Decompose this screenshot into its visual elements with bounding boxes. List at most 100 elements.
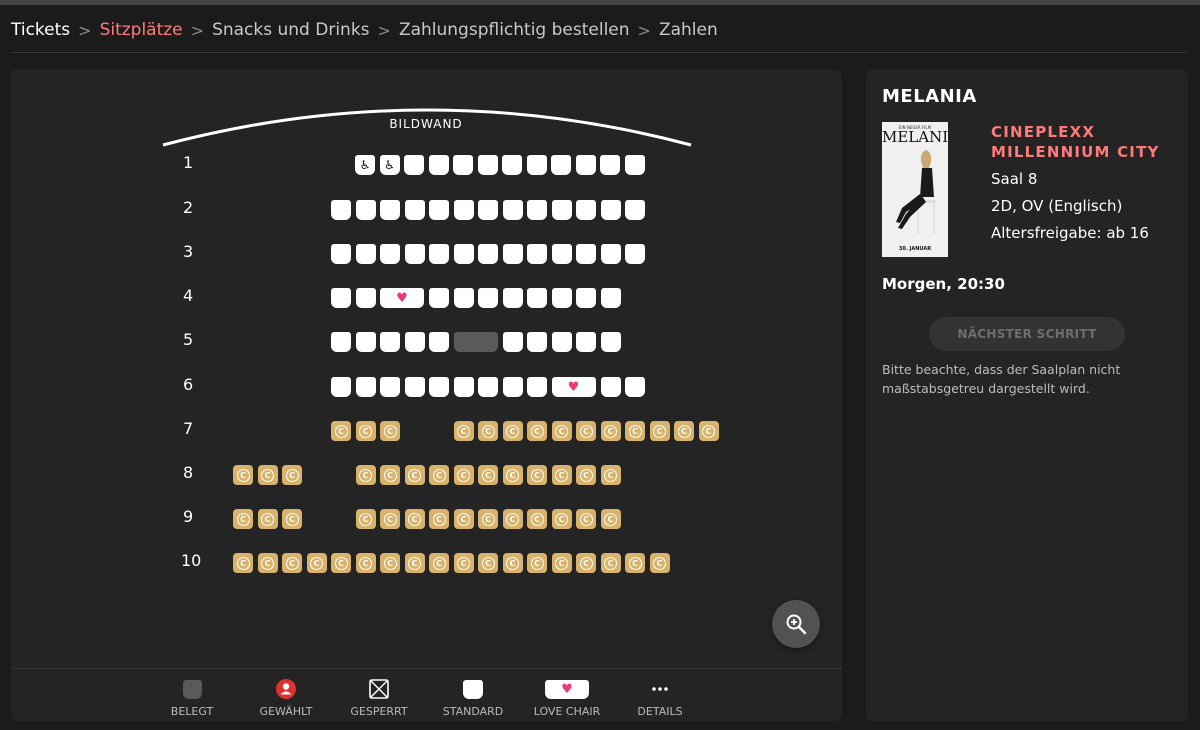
seat-comfort[interactable]: C [527,465,547,485]
seat-comfort[interactable]: C [551,421,572,441]
seat-standard[interactable] [625,244,645,264]
seat-standard[interactable] [380,200,400,220]
seat-standard[interactable] [527,244,547,264]
seat-wheelchair[interactable]: ♿ [379,155,400,175]
seat-standard[interactable] [478,377,498,397]
seat-comfort[interactable]: C [453,421,474,441]
seat-standard[interactable] [600,288,621,308]
seat-standard[interactable] [331,288,351,308]
seat-comfort[interactable]: C [306,553,327,573]
seat-comfort[interactable]: C [478,509,498,529]
seat-standard[interactable] [527,377,547,397]
seat-standard[interactable] [478,200,498,220]
seat-standard[interactable] [355,332,376,352]
seat-comfort[interactable]: C [551,509,572,529]
seat-standard[interactable] [600,155,620,175]
seat-standard[interactable] [551,244,572,264]
seat-standard[interactable] [551,288,572,308]
seat-comfort[interactable]: C [257,553,278,573]
seat-standard[interactable] [404,155,424,175]
seat-wheelchair[interactable]: ♿ [355,155,375,175]
seat-standard[interactable] [453,244,474,264]
seat-comfort[interactable]: C [453,509,474,529]
seat-standard[interactable] [380,332,400,352]
seat-comfort[interactable]: C [429,509,449,529]
seat-comfort[interactable]: C [576,421,596,441]
seat-comfort[interactable]: C [502,509,523,529]
seat-standard[interactable] [331,377,351,397]
seat-comfort[interactable]: C [380,509,400,529]
seat-standard[interactable] [429,332,449,352]
seat-comfort[interactable]: C [551,553,572,573]
seat-standard[interactable] [502,377,523,397]
seat-standard[interactable] [429,288,449,308]
cinema-name[interactable]: CINEPLEXX MILLENNIUM CITY [991,122,1181,162]
seat-comfort[interactable]: C [282,509,302,529]
seat-standard[interactable] [576,200,596,220]
seat-standard[interactable] [429,200,449,220]
seat-standard[interactable] [355,288,376,308]
seat-standard[interactable] [600,200,621,220]
seat-standard[interactable] [551,332,572,352]
seat-standard[interactable] [428,155,449,175]
seat-comfort[interactable]: C [600,421,621,441]
seat-comfort[interactable]: C [380,465,400,485]
seat-standard[interactable] [600,244,621,264]
seat-love-chair[interactable]: ♥ [380,288,424,308]
seat-standard[interactable] [576,332,596,352]
seat-standard[interactable] [576,288,596,308]
seat-standard[interactable] [429,377,449,397]
seat-standard[interactable] [380,377,400,397]
seat-comfort[interactable]: C [331,421,351,441]
seat-standard[interactable] [478,244,498,264]
seat-standard[interactable] [380,244,400,264]
seat-standard[interactable] [576,244,596,264]
seat-comfort[interactable]: C [576,553,596,573]
seat-standard[interactable] [404,244,425,264]
seat-standard[interactable] [429,244,449,264]
seat-comfort[interactable]: C [600,465,621,485]
seat-standard[interactable] [453,288,474,308]
seat-comfort[interactable]: C [478,465,498,485]
seat-standard[interactable] [600,377,621,397]
seat-comfort[interactable]: C [453,553,474,573]
seat-love-chair[interactable]: ♥ [551,377,596,397]
seat-standard[interactable] [453,155,473,175]
seat-comfort[interactable]: C [551,465,572,485]
seat-standard[interactable] [526,155,547,175]
seat-comfort[interactable]: C [600,553,621,573]
seat-comfort[interactable]: C [649,421,670,441]
seat-standard[interactable] [502,288,523,308]
seat-comfort[interactable]: C [282,553,302,573]
seat-standard[interactable] [575,155,596,175]
seat-comfort[interactable]: C [698,421,719,441]
seat-comfort[interactable]: C [233,465,253,485]
zoom-button[interactable] [772,600,820,648]
seat-comfort[interactable]: C [404,465,425,485]
seat-comfort[interactable]: C [478,421,498,441]
seat-comfort[interactable]: C [380,421,400,441]
seat-standard[interactable] [502,332,523,352]
seat-standard[interactable] [502,200,523,220]
seat-comfort[interactable]: C [233,553,253,573]
seat-standard[interactable] [527,288,547,308]
seat-comfort[interactable]: C [502,465,523,485]
seat-standard[interactable] [502,244,523,264]
seat-comfort[interactable]: C [257,509,278,529]
seat-standard[interactable] [355,377,376,397]
seat-comfort[interactable]: C [355,421,376,441]
seat-standard[interactable] [404,332,425,352]
seat-comfort[interactable]: C [380,553,400,573]
legend-details[interactable]: DETAILS [620,679,700,718]
breadcrumb-seats[interactable]: Sitzplätze [100,20,183,40]
seat-standard[interactable] [527,332,547,352]
seat-comfort[interactable]: C [649,553,670,573]
seat-comfort[interactable]: C [355,509,376,529]
seat-standard[interactable] [453,377,474,397]
breadcrumb-tickets[interactable]: Tickets [11,20,70,40]
seat-standard[interactable] [331,332,351,352]
seat-comfort[interactable]: C [453,465,474,485]
seat-comfort[interactable]: C [502,553,523,573]
next-step-button[interactable]: NÄCHSTER SCHRITT [929,317,1125,351]
seat-standard[interactable] [502,155,522,175]
